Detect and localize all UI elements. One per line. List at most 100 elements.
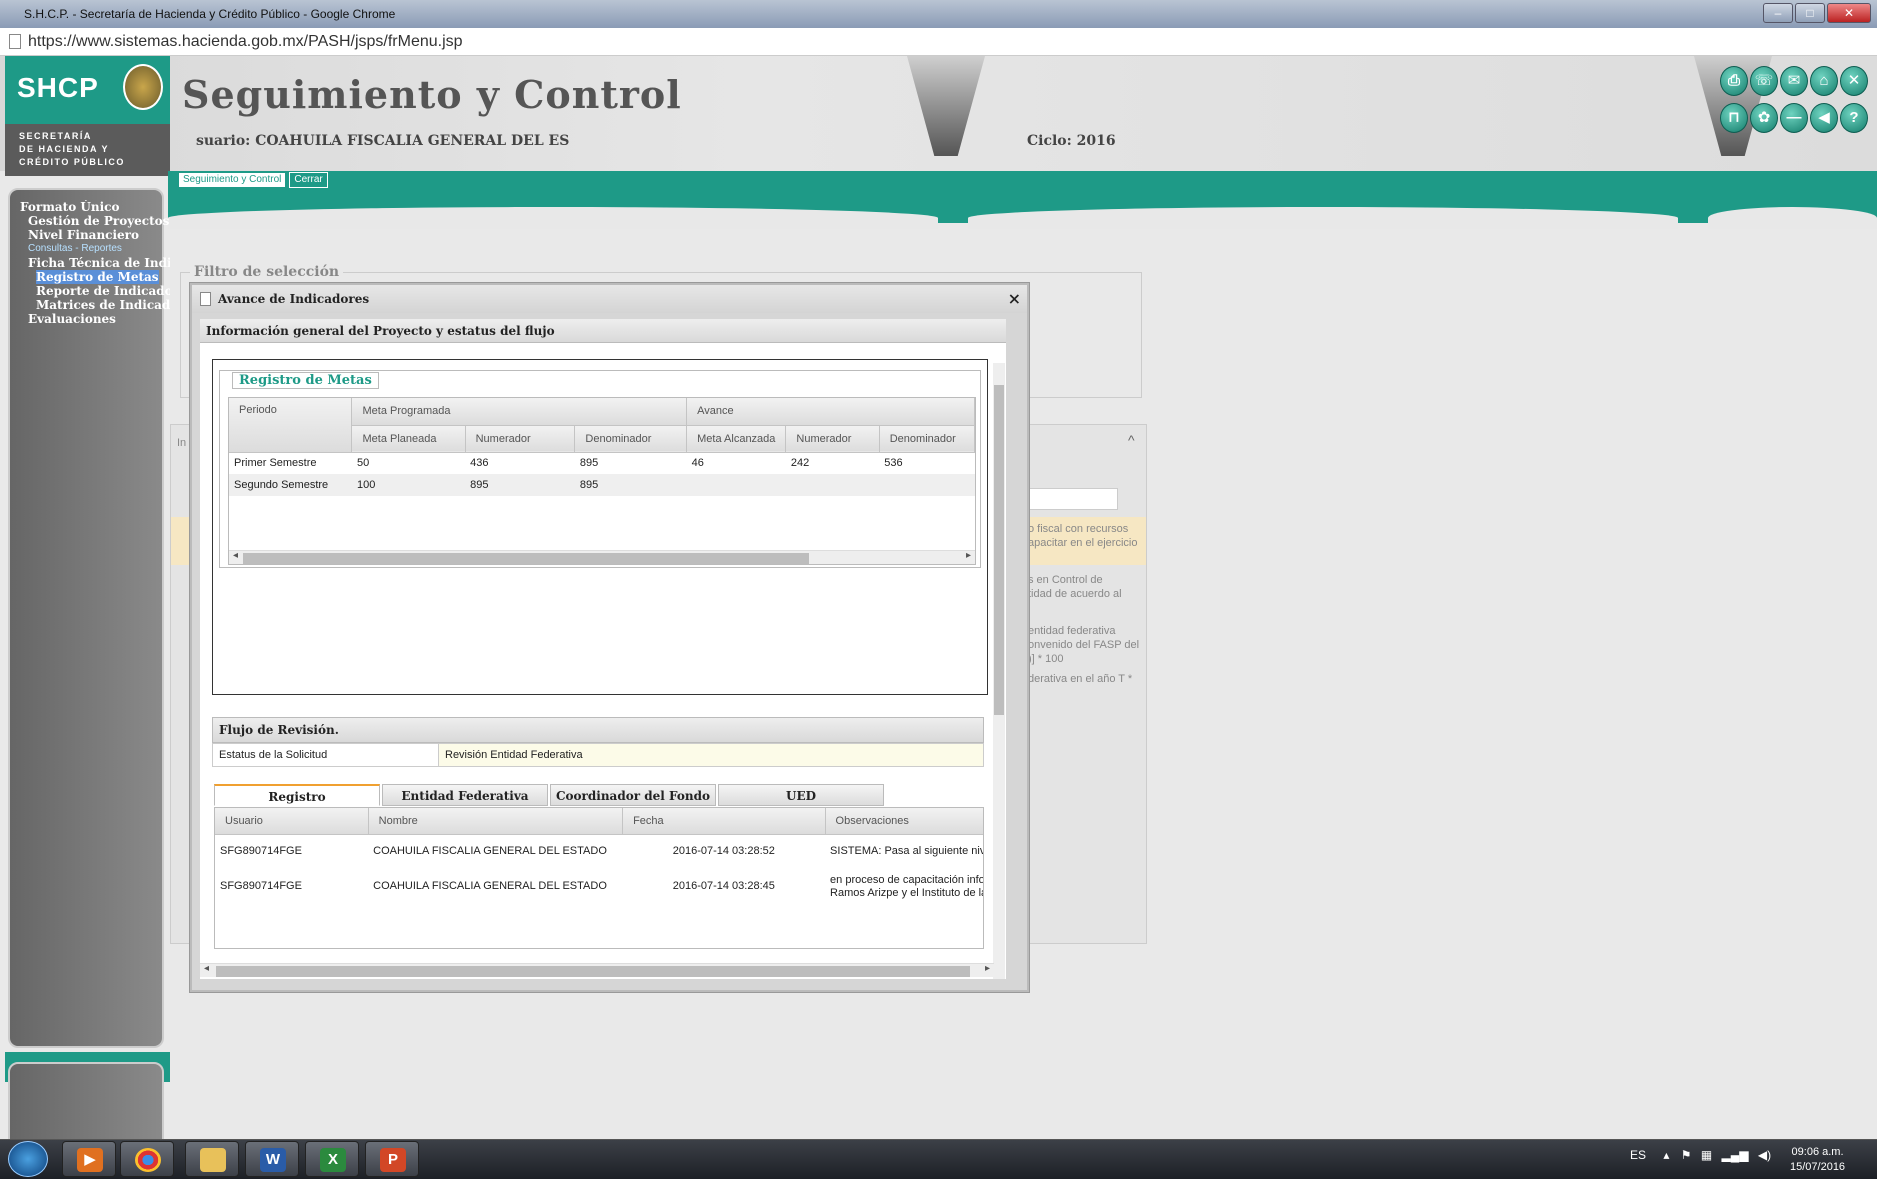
sidebar-item-gestion[interactable]: Gestión de Proyectos [20, 214, 170, 228]
tab-registro[interactable]: Registro [214, 784, 380, 806]
user-label: suario: COAHUILA FISCALIA GENERAL DEL ES [196, 133, 570, 149]
sidebar-item-consultas[interactable]: Consultas - Reportes [20, 242, 170, 256]
table-row[interactable]: Segundo Semestre 100 895 895 [229, 474, 975, 496]
tab-cerrar[interactable]: Cerrar [289, 172, 328, 188]
taskbar-chrome[interactable] [120, 1141, 174, 1177]
volume-icon[interactable]: ◀) [1758, 1148, 1771, 1162]
chevron-up-icon[interactable]: ^ [1128, 432, 1135, 448]
taskbar-word[interactable]: W [245, 1141, 299, 1177]
col-meta-programada[interactable]: Meta Programada [351, 398, 688, 426]
page-icon [9, 34, 21, 49]
tray-expand-icon[interactable]: ▴ [1663, 1148, 1669, 1162]
excel-icon: X [320, 1148, 346, 1172]
flag-icon[interactable]: ⚑ [1681, 1148, 1692, 1162]
signal-icon[interactable]: ▂▄▆ [1722, 1148, 1749, 1162]
tab-entidad-federativa[interactable]: Entidad Federativa [382, 784, 548, 806]
table-row[interactable]: SFG890714FGE COAHUILA FISCALIA GENERAL D… [215, 869, 983, 904]
flow-horizontal-scrollbar[interactable]: ◂ ▸ [200, 963, 994, 977]
back-icon[interactable]: ◀ [1810, 103, 1838, 133]
background-input[interactable] [1028, 488, 1118, 510]
metas-container: Registro de Metas Periodo Meta Programad… [212, 359, 988, 695]
col-avance[interactable]: Avance [686, 398, 975, 426]
tab-ued[interactable]: UED [718, 784, 884, 806]
phone-icon[interactable]: ☏ [1750, 66, 1778, 96]
registro-metas-fieldset: Registro de Metas Periodo Meta Programad… [219, 370, 981, 568]
network-icon[interactable]: ▦ [1701, 1148, 1712, 1162]
help-icon[interactable]: ? [1840, 103, 1868, 133]
estatus-label: Estatus de la Solicitud [213, 744, 439, 766]
home-icon[interactable]: ⌂ [1810, 66, 1838, 96]
logo-subtitle: SECRETARÍA DE HACIENDA Y CRÉDITO PÚBLICO [5, 124, 170, 176]
table-row[interactable]: Primer Semestre 50 436 895 46 242 536 [229, 452, 975, 474]
sidebar-item-nivel[interactable]: Nivel Financiero [20, 228, 170, 242]
col-numerador-avance[interactable]: Numerador [785, 425, 880, 453]
settings-icon[interactable]: ✿ [1750, 103, 1778, 133]
flow-grid: Usuario Nombre Fecha Observaciones SFG89… [214, 807, 984, 949]
section-header: Información general del Proyecto y estat… [200, 319, 1006, 343]
clock-date: 15/07/2016 [1790, 1161, 1846, 1173]
col-denominador-avance[interactable]: Denominador [879, 425, 975, 453]
taskbar-excel[interactable]: X [305, 1141, 359, 1177]
sidebar-item-evaluaciones[interactable]: Evaluaciones [20, 312, 170, 326]
dialog-title-bar: Avance de Indicadores × [192, 285, 1027, 313]
sidebar-item-formato[interactable]: Formato Único [20, 200, 170, 214]
media-player-icon: ▶ [77, 1148, 103, 1172]
nav-tabs: Seguimiento y Control Cerrar [178, 172, 328, 188]
sidebar-item-reporte[interactable]: Reporte de Indicadores [20, 284, 170, 298]
sidebar-item-matrices[interactable]: Matrices de Indicadores [20, 298, 170, 312]
print-icon[interactable]: ⎙ [1720, 66, 1748, 96]
minimize-button[interactable]: – [1763, 3, 1793, 23]
flow-tabs: Registro Entidad Federativa Coordinador … [214, 784, 884, 806]
dialog-vertical-scrollbar[interactable] [993, 363, 1005, 979]
background-text: o fiscal con recursos apacitar en el ejer… [1028, 523, 1140, 685]
filter-label: Filtro de selección [190, 264, 344, 280]
sidebar-item-registro[interactable]: Registro de Metas [36, 270, 159, 284]
app-title: Seguimiento y Control [182, 72, 682, 117]
panel-label: In [177, 437, 187, 449]
col-numerador[interactable]: Numerador [465, 425, 576, 453]
col-meta-planeada[interactable]: Meta Planeada [351, 425, 466, 453]
avance-dialog: Avance de Indicadores × Información gene… [190, 283, 1029, 992]
lock-icon[interactable]: ⊓ [1720, 103, 1748, 133]
chrome-icon [135, 1148, 161, 1172]
table-row[interactable]: SFG890714FGE COAHUILA FISCALIA GENERAL D… [215, 834, 983, 869]
exit-icon[interactable]: ✕ [1840, 66, 1868, 96]
language-indicator[interactable]: ES [1630, 1148, 1646, 1162]
registro-metas-legend: Registro de Metas [232, 372, 379, 389]
maximize-button[interactable]: □ [1795, 3, 1825, 23]
tab-coordinador-fondo[interactable]: Coordinador del Fondo [550, 784, 716, 806]
system-tray: ES ▴ ⚑ ▦ ▂▄▆ ◀) [1630, 1148, 1771, 1162]
minus-icon[interactable]: — [1780, 103, 1808, 133]
metas-grid: Periodo Meta Programada Avance Meta Plan… [228, 397, 976, 565]
flujo-header: Flujo de Revisión. [212, 717, 984, 743]
col-nombre[interactable]: Nombre [368, 808, 624, 835]
close-window-button[interactable]: ✕ [1827, 3, 1871, 23]
close-dialog-button[interactable]: × [1008, 285, 1021, 313]
col-periodo[interactable]: Periodo [229, 398, 353, 453]
sidebar: Formato Único Gestión de Proyectos Nivel… [8, 188, 170, 1048]
taskbar-media-player[interactable]: ▶ [62, 1141, 116, 1177]
powerpoint-icon: P [380, 1148, 406, 1172]
col-meta-alcanzada[interactable]: Meta Alcanzada [686, 425, 787, 453]
mail-icon[interactable]: ✉ [1780, 66, 1808, 96]
col-denominador[interactable]: Denominador [574, 425, 688, 453]
toolbar-icons: ⎙ ☏ ✉ ⌂ ✕ ⊓ ✿ — ◀ ? [1720, 66, 1870, 136]
logo-text: SHCP [17, 72, 99, 103]
col-observaciones[interactable]: Observaciones [825, 808, 983, 835]
estatus-row: Estatus de la Solicitud Revisión Entidad… [212, 743, 984, 767]
col-usuario[interactable]: Usuario [215, 808, 369, 835]
col-fecha[interactable]: Fecha [622, 808, 826, 835]
shcp-logo[interactable]: SHCP SECRETARÍA DE HACIENDA Y CRÉDITO PÚ… [5, 56, 170, 176]
taskbar-powerpoint[interactable]: P [365, 1141, 419, 1177]
metas-horizontal-scrollbar[interactable]: ◂ ▸ [229, 550, 975, 564]
start-button[interactable] [8, 1141, 48, 1177]
taskbar-explorer[interactable] [185, 1141, 239, 1177]
browser-title-bar: S.H.C.P. - Secretaría de Hacienda y Créd… [0, 0, 1877, 28]
tab-seguimiento[interactable]: Seguimiento y Control [178, 172, 287, 188]
sidebar-item-ficha[interactable]: Ficha Técnica de Indicadores [20, 256, 170, 270]
estatus-value: Revisión Entidad Federativa [445, 749, 583, 761]
nav-bar [168, 171, 1877, 229]
dialog-title: Avance de Indicadores [218, 292, 370, 306]
address-bar[interactable]: https://www.sistemas.hacienda.gob.mx/PAS… [0, 28, 1877, 56]
clock[interactable]: 09:06 a.m. 15/07/2016 [1790, 1145, 1845, 1175]
